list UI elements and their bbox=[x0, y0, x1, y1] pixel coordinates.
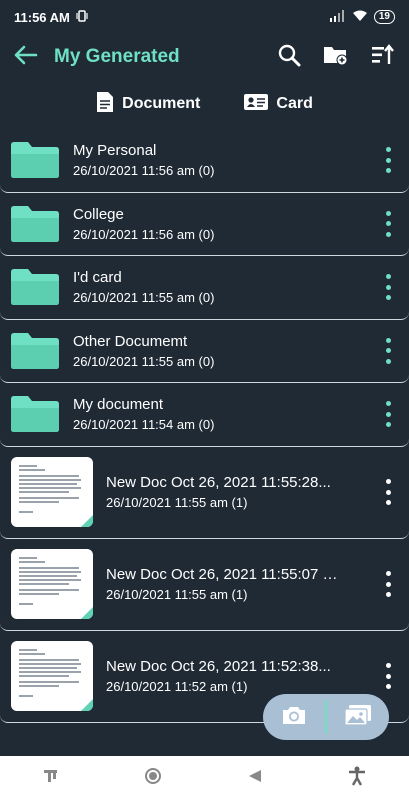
camera-icon bbox=[281, 704, 307, 731]
more-options-icon[interactable] bbox=[383, 210, 393, 237]
id-card-icon bbox=[244, 93, 269, 116]
more-options-icon[interactable] bbox=[383, 274, 393, 301]
more-options-icon[interactable] bbox=[383, 401, 393, 428]
document-meta: 26/10/2021 11:55 am (1) bbox=[106, 587, 248, 602]
gallery-icon bbox=[344, 704, 372, 731]
recent-apps-icon[interactable] bbox=[43, 768, 59, 789]
page-title: My Generated bbox=[54, 46, 180, 67]
system-nav-bar bbox=[0, 756, 409, 800]
document-thumbnail bbox=[11, 549, 93, 619]
document-name: New Doc Oct 26, 2021 11:55:07 a... bbox=[106, 566, 338, 583]
camera-button[interactable] bbox=[263, 694, 325, 740]
folder-name: College bbox=[73, 205, 124, 223]
document-name: New Doc Oct 26, 2021 11:55:28... bbox=[106, 474, 331, 491]
tab-card-label: Card bbox=[276, 95, 313, 112]
tab-document[interactable]: Document bbox=[96, 91, 200, 118]
more-options-icon[interactable] bbox=[383, 337, 393, 364]
more-options-icon[interactable] bbox=[383, 479, 393, 505]
folder-name: My Personal bbox=[73, 142, 157, 160]
document-name: New Doc Oct 26, 2021 11:52:38... bbox=[106, 658, 331, 675]
folder-add-icon[interactable] bbox=[323, 43, 349, 72]
more-options-icon[interactable] bbox=[383, 147, 393, 174]
more-options-icon[interactable] bbox=[383, 571, 393, 597]
document-icon bbox=[96, 91, 114, 118]
file-list: My Personal 26/10/2021 11:56 am (0) Coll… bbox=[0, 129, 409, 723]
folder-row[interactable]: My Personal 26/10/2021 11:56 am (0) bbox=[0, 129, 409, 193]
folder-icon bbox=[11, 269, 59, 306]
document-meta: 26/10/2021 11:52 am (1) bbox=[106, 679, 248, 694]
tab-card[interactable]: Card bbox=[244, 93, 313, 116]
folder-icon bbox=[11, 142, 59, 179]
folder-meta: 26/10/2021 11:54 am (0) bbox=[73, 417, 215, 433]
tabs: Document Card bbox=[0, 86, 409, 122]
folder-icon bbox=[11, 205, 59, 242]
folder-meta: 26/10/2021 11:55 am (0) bbox=[73, 353, 215, 369]
folder-row[interactable]: I'd card 26/10/2021 11:55 am (0) bbox=[0, 256, 409, 320]
folder-name: Other Documemt bbox=[73, 332, 188, 350]
folder-row[interactable]: My document 26/10/2021 11:54 am (0) bbox=[0, 383, 409, 447]
folder-row[interactable]: Other Documemt 26/10/2021 11:55 am (0) bbox=[0, 320, 409, 383]
battery-indicator: 19 bbox=[373, 10, 395, 24]
document-thumbnail bbox=[11, 641, 93, 711]
back-icon[interactable] bbox=[247, 768, 263, 789]
more-options-icon[interactable] bbox=[383, 663, 393, 689]
status-bar: 11:56 AM 19 bbox=[0, 0, 409, 34]
folder-icon bbox=[11, 396, 59, 433]
folder-row[interactable]: College 26/10/2021 11:56 am (0) bbox=[0, 193, 409, 256]
signal-icon bbox=[329, 9, 346, 25]
document-meta: 26/10/2021 11:55 am (1) bbox=[106, 495, 248, 510]
folder-icon bbox=[11, 332, 59, 369]
document-row[interactable]: New Doc Oct 26, 2021 11:55:07 a... 26/10… bbox=[0, 539, 409, 631]
accessibility-icon[interactable] bbox=[348, 766, 366, 791]
folder-meta: 26/10/2021 11:56 am (0) bbox=[73, 226, 215, 242]
document-thumbnail bbox=[11, 457, 93, 527]
capture-fab bbox=[263, 694, 389, 740]
app-bar: My Generated bbox=[0, 34, 409, 80]
status-time: 11:56 AM bbox=[14, 9, 70, 25]
folder-meta: 26/10/2021 11:55 am (0) bbox=[73, 290, 215, 306]
document-row[interactable]: New Doc Oct 26, 2021 11:55:28... 26/10/2… bbox=[0, 447, 409, 539]
folder-name: I'd card bbox=[73, 269, 122, 287]
wifi-icon bbox=[352, 10, 368, 25]
vibrate-icon bbox=[76, 9, 88, 25]
home-icon[interactable] bbox=[144, 767, 162, 790]
gallery-button[interactable] bbox=[327, 694, 389, 740]
search-icon[interactable] bbox=[277, 43, 301, 72]
sort-icon[interactable] bbox=[371, 43, 395, 71]
folder-name: My document bbox=[73, 396, 164, 414]
folder-meta: 26/10/2021 11:56 am (0) bbox=[73, 163, 215, 179]
tab-document-label: Document bbox=[122, 95, 201, 112]
back-arrow-icon[interactable] bbox=[14, 45, 38, 70]
